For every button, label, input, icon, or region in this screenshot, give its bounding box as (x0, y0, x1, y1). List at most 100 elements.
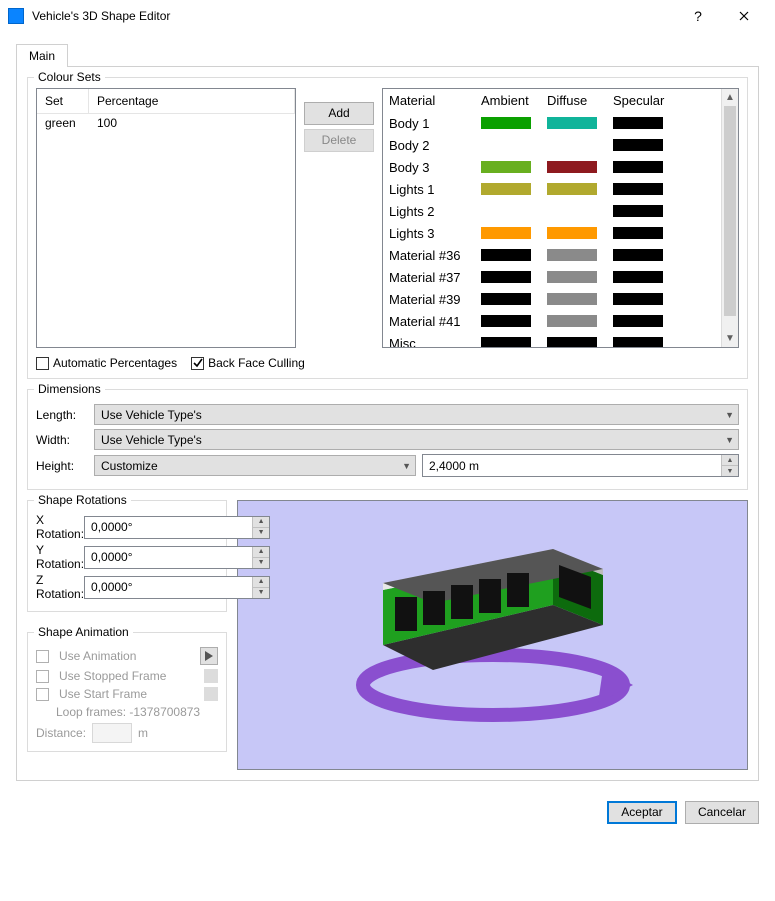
material-scrollbar[interactable]: ▲ ▼ (721, 89, 738, 347)
material-row[interactable]: Material #36 (389, 244, 717, 266)
spin-up-icon[interactable]: ▲ (722, 455, 738, 466)
material-row[interactable]: Misc (389, 332, 717, 347)
diffuse-swatch[interactable] (547, 227, 597, 239)
y-rotation-spinner[interactable]: ▲▼ (84, 546, 270, 569)
diffuse-swatch[interactable] (547, 337, 597, 347)
diffuse-swatch[interactable] (547, 249, 597, 261)
length-label: Length: (36, 408, 88, 422)
distance-input (92, 723, 132, 743)
accept-button[interactable]: Aceptar (607, 801, 677, 824)
col-set-header[interactable]: Set (37, 89, 89, 113)
cancel-button[interactable]: Cancelar (685, 801, 759, 824)
material-row[interactable]: Body 2 (389, 134, 717, 156)
diffuse-swatch[interactable] (547, 183, 597, 195)
automatic-percentages-label: Automatic Percentages (53, 356, 177, 370)
spin-down-icon[interactable]: ▼ (253, 528, 269, 538)
material-row[interactable]: Lights 2 (389, 200, 717, 222)
material-row[interactable]: Body 1 (389, 112, 717, 134)
delete-button[interactable]: Delete (304, 129, 374, 152)
scroll-thumb[interactable] (724, 106, 736, 316)
y-rotation-input[interactable] (85, 547, 252, 568)
length-select[interactable]: Use Vehicle Type's ▼ (94, 404, 739, 425)
add-button-label: Add (328, 106, 349, 120)
ambient-swatch[interactable] (481, 227, 531, 239)
height-value-input[interactable] (423, 455, 721, 476)
material-row[interactable]: Lights 3 (389, 222, 717, 244)
tabstrip: Main (16, 44, 759, 67)
z-rotation-input[interactable] (85, 577, 252, 598)
play-icon (205, 651, 213, 661)
specular-swatch[interactable] (613, 161, 663, 173)
help-button[interactable]: ? (675, 1, 721, 31)
z-rotation-spinner[interactable]: ▲▼ (84, 576, 270, 599)
material-name: Lights 2 (389, 204, 481, 219)
colour-set-table[interactable]: Set Percentage green 100 (36, 88, 296, 348)
material-row[interactable]: Material #37 (389, 266, 717, 288)
x-rotation-spinner[interactable]: ▲▼ (84, 516, 270, 539)
ambient-swatch[interactable] (481, 183, 531, 195)
specular-swatch[interactable] (613, 293, 663, 305)
use-animation-label: Use Animation (59, 649, 136, 663)
ambient-swatch[interactable] (481, 337, 531, 347)
add-button[interactable]: Add (304, 102, 374, 125)
checkbox-icon (191, 357, 204, 370)
spin-down-icon[interactable]: ▼ (253, 558, 269, 568)
group-animation-legend: Shape Animation (34, 625, 133, 639)
start-frame-swatch (204, 687, 218, 701)
specular-swatch[interactable] (613, 315, 663, 327)
width-value: Use Vehicle Type's (101, 433, 202, 447)
cell-set: green (37, 114, 89, 132)
diffuse-swatch[interactable] (547, 293, 597, 305)
col-percentage-header[interactable]: Percentage (89, 89, 295, 113)
chevron-down-icon: ▼ (725, 410, 734, 420)
diffuse-swatch[interactable] (547, 315, 597, 327)
ambient-swatch[interactable] (481, 293, 531, 305)
ambient-swatch[interactable] (481, 161, 531, 173)
height-mode-select[interactable]: Customize ▼ (94, 455, 416, 476)
table-row[interactable]: green 100 (37, 114, 295, 132)
col-ambient-header: Ambient (481, 93, 547, 108)
specular-swatch[interactable] (613, 249, 663, 261)
specular-swatch[interactable] (613, 139, 663, 151)
close-button[interactable] (721, 1, 767, 31)
width-select[interactable]: Use Vehicle Type's ▼ (94, 429, 739, 450)
material-name: Body 2 (389, 138, 481, 153)
ambient-swatch[interactable] (481, 271, 531, 283)
height-value-spinner[interactable]: ▲▼ (422, 454, 739, 477)
ambient-swatch[interactable] (481, 249, 531, 261)
material-row[interactable]: Lights 1 (389, 178, 717, 200)
spin-up-icon[interactable]: ▲ (253, 547, 269, 558)
specular-swatch[interactable] (613, 271, 663, 283)
ambient-swatch[interactable] (481, 117, 531, 129)
diffuse-swatch[interactable] (547, 117, 597, 129)
diffuse-swatch[interactable] (547, 271, 597, 283)
preview-viewport[interactable] (237, 500, 748, 770)
specular-swatch[interactable] (613, 337, 663, 347)
scroll-down-icon[interactable]: ▼ (722, 330, 738, 347)
spin-up-icon[interactable]: ▲ (253, 517, 269, 528)
scroll-up-icon[interactable]: ▲ (722, 89, 738, 106)
material-row[interactable]: Body 3 (389, 156, 717, 178)
height-label: Height: (36, 459, 88, 473)
height-mode-value: Customize (101, 459, 158, 473)
material-row[interactable]: Material #39 (389, 288, 717, 310)
automatic-percentages-checkbox[interactable]: Automatic Percentages (36, 356, 177, 370)
tab-main[interactable]: Main (16, 44, 68, 67)
back-face-culling-checkbox[interactable]: Back Face Culling (191, 356, 305, 370)
play-button[interactable] (200, 647, 218, 665)
specular-swatch[interactable] (613, 205, 663, 217)
spin-down-icon[interactable]: ▼ (253, 588, 269, 598)
specular-swatch[interactable] (613, 183, 663, 195)
x-rotation-input[interactable] (85, 517, 252, 538)
col-specular-header: Specular (613, 93, 679, 108)
specular-swatch[interactable] (613, 227, 663, 239)
specular-swatch[interactable] (613, 117, 663, 129)
cell-percentage: 100 (89, 114, 295, 132)
diffuse-swatch[interactable] (547, 161, 597, 173)
ambient-swatch[interactable] (481, 315, 531, 327)
spin-down-icon[interactable]: ▼ (722, 466, 738, 476)
spin-up-icon[interactable]: ▲ (253, 577, 269, 588)
loop-frames-label: Loop frames: -1378700873 (56, 705, 200, 719)
accept-button-label: Aceptar (621, 805, 662, 819)
material-row[interactable]: Material #41 (389, 310, 717, 332)
